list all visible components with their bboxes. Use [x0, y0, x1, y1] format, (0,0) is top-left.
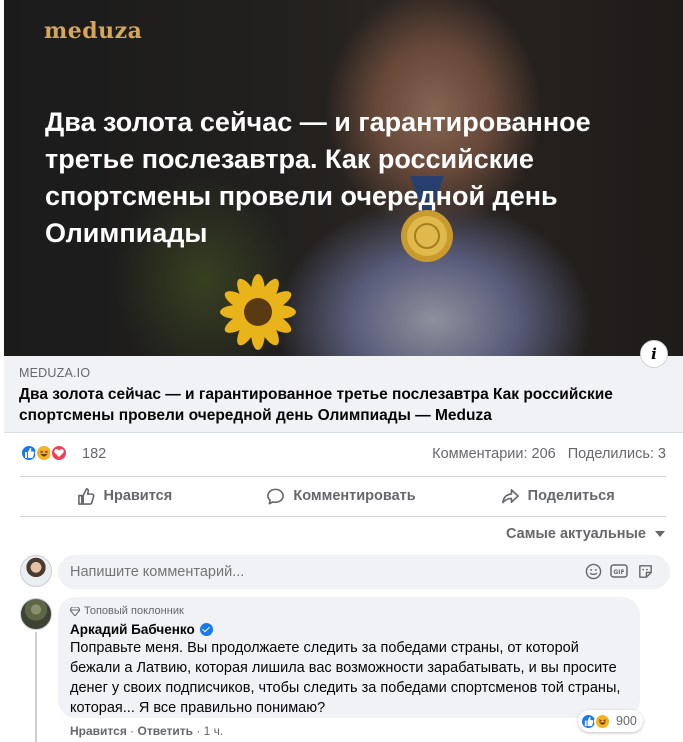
love-reaction-icon: [50, 444, 68, 462]
link-title[interactable]: Два золота сейчас — и гарантированное тр…: [19, 384, 669, 426]
comment-author[interactable]: Аркадий Бабченко: [70, 622, 213, 637]
comment-text: Поправьте меня. Вы продолжаете следить з…: [70, 640, 621, 716]
comments-count[interactable]: Комментарии: 206: [432, 446, 556, 462]
comment-label: Комментировать: [293, 488, 416, 504]
haha-reaction-icon: [594, 712, 611, 730]
gif-icon[interactable]: GIF: [610, 562, 628, 580]
commenter-avatar[interactable]: [20, 598, 52, 630]
comment-input[interactable]: [58, 555, 670, 589]
share-icon: [501, 488, 519, 503]
comment-footer: Нравится · Ответить · 1 ч.: [70, 724, 223, 738]
separator-dot: ·: [130, 724, 135, 738]
reaction-summary[interactable]: [20, 444, 68, 462]
divider-bottom: [20, 516, 666, 517]
sunflower-graphic: [220, 274, 296, 350]
author-name[interactable]: Аркадий Бабченко: [70, 622, 195, 637]
comment-button[interactable]: Комментировать: [233, 480, 450, 512]
post-actions: Нравится Комментировать Поделиться: [16, 480, 666, 512]
verified-icon: [199, 623, 213, 636]
top-fan-badge: Топовый поклонник: [70, 605, 184, 617]
comment-reply-link[interactable]: Ответить: [138, 724, 193, 738]
reaction-count[interactable]: 182: [82, 446, 106, 462]
share-button[interactable]: Поделиться: [449, 480, 666, 512]
divider-top: [20, 476, 666, 477]
comment-bubble: Топовый поклонник Аркадий Бабченко Попра…: [58, 597, 640, 718]
image-headline: Два золота сейчас — и гарантированное тр…: [45, 107, 591, 248]
comment-sort-dropdown[interactable]: Самые актуальные: [506, 526, 665, 542]
thread-line: [35, 632, 37, 742]
share-label: Поделиться: [527, 488, 615, 504]
separator-dot: ·: [196, 724, 201, 738]
thumbs-up-icon: [77, 487, 95, 505]
comment-like-link[interactable]: Нравится: [70, 724, 127, 738]
comment-icon: [267, 488, 285, 504]
shares-count[interactable]: Поделились: 3: [568, 446, 666, 462]
link-preview[interactable]: MEDUZA.IO Два золота сейчас — и гарантир…: [4, 356, 683, 433]
sort-label: Самые актуальные: [506, 526, 646, 542]
sticker-icon[interactable]: [636, 562, 654, 580]
link-domain: MEDUZA.IO: [19, 366, 91, 380]
comment-time[interactable]: 1 ч.: [204, 724, 224, 738]
svg-text:GIF: GIF: [613, 569, 624, 576]
current-user-avatar[interactable]: [20, 555, 52, 587]
composer-icons: GIF: [584, 562, 654, 580]
meduza-logo: meduza: [44, 18, 143, 44]
diamond-icon: [70, 606, 80, 616]
article-image[interactable]: meduza Два золота сейчас — и гарантирова…: [4, 0, 683, 356]
like-button[interactable]: Нравится: [16, 480, 233, 512]
post-stats: 182 Комментарии: 206 Поделились: 3: [20, 444, 670, 466]
info-icon[interactable]: i: [640, 340, 668, 368]
emoji-icon[interactable]: [584, 562, 602, 580]
badge-label: Топовый поклонник: [84, 605, 184, 617]
like-label: Нравится: [103, 488, 173, 504]
comment-reactions[interactable]: 900: [578, 710, 643, 732]
comment-share-counts: Комментарии: 206 Поделились: 3: [424, 446, 666, 462]
caret-down-icon: [655, 531, 665, 537]
comment-reaction-count: 900: [616, 714, 637, 728]
